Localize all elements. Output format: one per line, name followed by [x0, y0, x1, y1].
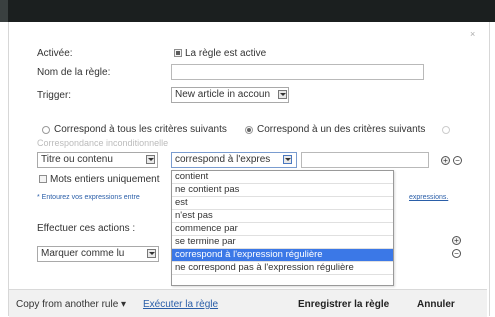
rule-name-label: Nom de la règle: [37, 67, 111, 78]
match-any-label: Correspond à un des critères suivants [257, 124, 426, 135]
minus-circle-icon[interactable]: − [452, 249, 461, 258]
chevron-down-icon[interactable] [147, 249, 156, 258]
operator-dropdown-list: contient ne contient pas est n'est pas comme… [171, 170, 394, 286]
rule-name-input[interactable] [171, 64, 424, 80]
top-bar [0, 0, 495, 22]
dropdown-option[interactable]: contient [172, 171, 393, 184]
trigger-label: Trigger: [37, 90, 72, 101]
match-any-radio[interactable] [245, 126, 253, 134]
active-label: Activée: [37, 48, 73, 59]
dropdown-option[interactable]: commence par [172, 223, 393, 236]
dropdown-option[interactable]: ne correspond pas à l'expression réguliè… [172, 262, 393, 275]
whole-words-label: Mots entiers uniquement [50, 174, 160, 185]
hint-text: * Entourez vos expressions entre [37, 194, 140, 201]
actions-label: Effectuer ces actions : [37, 223, 136, 234]
dropdown-option[interactable]: n'est pas [172, 210, 393, 223]
match-all-label: Correspond à tous les critères suivants [54, 124, 227, 135]
chevron-down-icon[interactable] [278, 90, 287, 99]
active-checkbox[interactable] [174, 49, 182, 57]
trigger-select-value: New article in accoun [175, 89, 271, 100]
minus-circle-icon[interactable]: − [453, 156, 462, 165]
cancel-button[interactable]: Annuler [417, 299, 455, 310]
trigger-select[interactable]: New article in accoun [171, 87, 289, 103]
dropdown-option[interactable]: est [172, 197, 393, 210]
operator-select[interactable]: correspond à l'expres [171, 152, 297, 168]
plus-circle-icon[interactable]: + [452, 236, 461, 245]
dropdown-option[interactable]: se termine par [172, 236, 393, 249]
match-all-radio[interactable] [42, 126, 50, 134]
dropdown-option[interactable]: ne contient pas [172, 184, 393, 197]
close-icon[interactable]: × [470, 29, 475, 39]
field-select-value: Titre ou contenu [41, 154, 113, 165]
plus-circle-icon[interactable]: + [441, 156, 450, 165]
action-select[interactable]: Marquer comme lu [37, 246, 159, 262]
action-select-value: Marquer comme lu [41, 248, 125, 259]
active-checkbox-label: La règle est active [185, 48, 267, 59]
chevron-down-icon[interactable] [146, 155, 155, 164]
criteria-value-input[interactable] [301, 152, 429, 168]
unconditional-label: Correspondance inconditionnelle [37, 138, 169, 148]
hint-link[interactable]: expressions. [409, 194, 448, 201]
unconditional-radio[interactable] [442, 126, 450, 134]
operator-select-value: correspond à l'expres [175, 154, 271, 165]
top-bar-accent [0, 0, 8, 22]
save-rule-button[interactable]: Enregistrer la règle [298, 299, 389, 310]
chevron-down-icon[interactable] [283, 155, 292, 164]
run-rule-link[interactable]: Exécuter la règle [143, 299, 218, 310]
whole-words-checkbox[interactable] [39, 175, 47, 183]
dropdown-option[interactable]: correspond à l'expression régulière [172, 249, 393, 262]
copy-rule-menu[interactable]: Copy from another rule ▾ [16, 299, 126, 310]
field-select[interactable]: Titre ou contenu [37, 152, 158, 168]
